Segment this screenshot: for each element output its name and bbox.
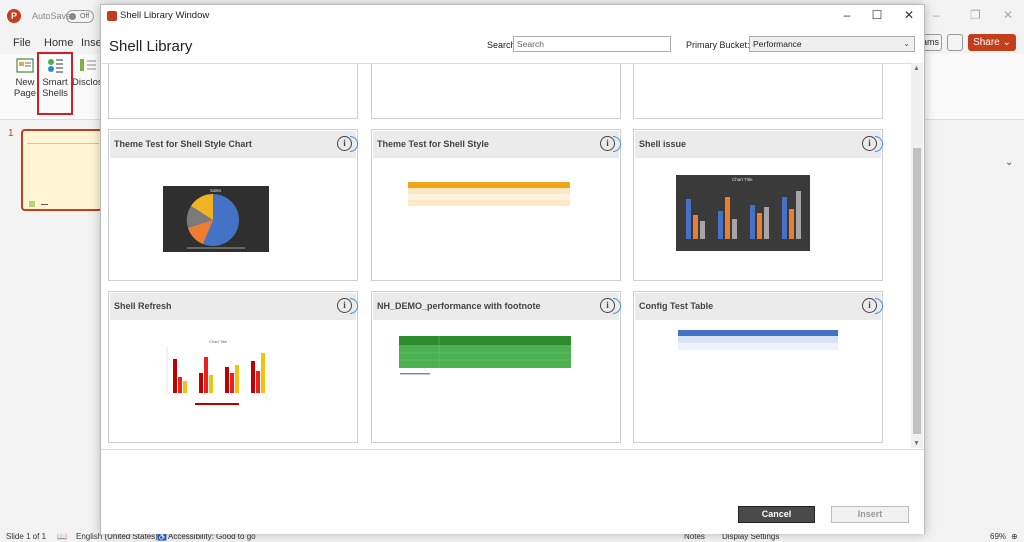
ribbon-collapse-icon[interactable]: ⌄ bbox=[1005, 157, 1013, 168]
shell-card-title: NH_DEMO_performance with footnote bbox=[377, 301, 541, 311]
smart-shells-highlight bbox=[37, 52, 73, 115]
shell-card[interactable]: Theme Test for Shell Style Chart i Sales bbox=[108, 129, 358, 281]
dialog-heading: Shell Library bbox=[109, 38, 193, 55]
info-icon[interactable]: i bbox=[862, 298, 883, 314]
shell-card[interactable]: NH_DEMO_performance with footnote i bbox=[371, 291, 621, 443]
slide-thumb-line bbox=[27, 143, 99, 144]
dialog-header: Shell Library Search: Primary Bucket: Pe… bbox=[101, 27, 924, 62]
minimize-icon[interactable]: – bbox=[933, 8, 940, 22]
primary-bucket-value: Performance bbox=[753, 39, 802, 49]
shell-card-partial[interactable] bbox=[633, 64, 883, 119]
chevron-down-icon: ⌄ bbox=[903, 39, 910, 48]
new-page-button[interactable]: New Page bbox=[10, 56, 40, 99]
share-label: Share bbox=[973, 37, 1000, 48]
shell-card-header: Theme Test for Shell Style i bbox=[373, 131, 621, 158]
gallery-scrollbar[interactable]: ▲ ▼ bbox=[911, 63, 923, 448]
shell-card-header: Shell Refresh i bbox=[110, 293, 358, 320]
slide-thumb-square bbox=[29, 201, 35, 207]
dialog-app-icon bbox=[107, 11, 117, 21]
status-zoom[interactable]: 69% bbox=[990, 532, 1006, 541]
footnote-line bbox=[400, 373, 430, 375]
disclosure-button[interactable]: Disclos bbox=[72, 56, 103, 88]
red-bar-chart-thumbnail: Chart Title bbox=[159, 337, 275, 413]
slide-thumbnail[interactable] bbox=[21, 129, 103, 211]
shell-card-header: NH_DEMO_performance with footnote i bbox=[373, 293, 621, 320]
info-icon[interactable]: i bbox=[600, 136, 621, 152]
info-icon[interactable]: i bbox=[337, 298, 358, 314]
menu-home[interactable]: Home bbox=[44, 37, 73, 49]
dialog-window-title: Shell Library Window bbox=[120, 10, 210, 21]
spellcheck-icon[interactable]: 📖 bbox=[57, 532, 67, 541]
shell-library-dialog: Shell Library Window – ☐ ✕ Shell Library… bbox=[100, 4, 925, 534]
close-icon[interactable]: ✕ bbox=[1003, 8, 1013, 22]
blue-table-thumbnail bbox=[678, 330, 838, 350]
fit-slide-icon[interactable]: ⊕ bbox=[1011, 532, 1018, 541]
info-icon[interactable]: i bbox=[337, 136, 358, 152]
shell-card-header: Config Test Table i bbox=[635, 293, 883, 320]
disclosure-icon bbox=[78, 56, 98, 74]
slide-number: 1 bbox=[8, 128, 14, 139]
info-icon[interactable]: i bbox=[862, 136, 883, 152]
shell-card[interactable]: Theme Test for Shell Style i bbox=[371, 129, 621, 281]
shell-gallery: Theme Test for Shell Style Chart i Sales… bbox=[102, 63, 912, 448]
bar-chart-icon bbox=[166, 347, 265, 405]
orange-table-thumbnail bbox=[408, 182, 570, 206]
dialog-titlebar: Shell Library Window – ☐ ✕ bbox=[101, 5, 924, 27]
new-page-label: New Page bbox=[13, 77, 37, 99]
dialog-maximize-icon[interactable]: ☐ bbox=[867, 8, 887, 22]
disclosure-label: Disclos bbox=[72, 77, 103, 88]
slide-thumb-dash bbox=[41, 204, 48, 205]
primary-bucket-label: Primary Bucket: bbox=[686, 40, 750, 50]
pie-chart-thumbnail: Sales bbox=[163, 186, 269, 252]
share-button[interactable]: Share ⌄ bbox=[968, 34, 1016, 51]
autosave-toggle[interactable]: Off bbox=[66, 10, 94, 23]
restore-icon[interactable]: ❐ bbox=[970, 8, 981, 22]
scrollbar-thumb[interactable] bbox=[913, 148, 921, 434]
dialog-footer: Cancel Insert bbox=[101, 449, 924, 534]
shell-card-header: Theme Test for Shell Style Chart i bbox=[110, 131, 358, 158]
shell-card[interactable]: Shell issue i Chart Title bbox=[633, 129, 883, 281]
shell-card-title: Shell issue bbox=[639, 139, 687, 149]
comment-icon[interactable] bbox=[947, 34, 963, 51]
pie-chart-icon bbox=[186, 193, 245, 249]
green-table-thumbnail bbox=[399, 336, 571, 368]
shell-card-title: Theme Test for Shell Style Chart bbox=[114, 139, 252, 149]
scroll-up-icon[interactable]: ▲ bbox=[913, 65, 920, 72]
info-icon[interactable]: i bbox=[600, 298, 621, 314]
status-slide-info: Slide 1 of 1 bbox=[6, 532, 47, 541]
primary-bucket-select[interactable]: Performance ⌄ bbox=[749, 36, 915, 52]
menu-insert[interactable]: Inse bbox=[81, 37, 102, 49]
scroll-down-icon[interactable]: ▼ bbox=[913, 440, 920, 447]
new-page-icon bbox=[15, 56, 35, 74]
dark-bar-chart-thumbnail: Chart Title bbox=[676, 175, 810, 251]
shell-card-header: Shell issue i bbox=[635, 131, 883, 158]
shell-card-title: Theme Test for Shell Style bbox=[377, 139, 489, 149]
menu-file[interactable]: File bbox=[13, 37, 31, 49]
shell-card[interactable]: Config Test Table i bbox=[633, 291, 883, 443]
shell-card-partial[interactable] bbox=[108, 64, 358, 119]
shell-card-partial[interactable] bbox=[371, 64, 621, 119]
powerpoint-logo-icon: P bbox=[7, 9, 21, 23]
autosave-state: Off bbox=[80, 13, 90, 20]
shell-card-title: Shell Refresh bbox=[114, 301, 172, 311]
search-input[interactable] bbox=[513, 36, 671, 52]
dialog-close-icon[interactable]: ✕ bbox=[899, 8, 919, 22]
cancel-button[interactable]: Cancel bbox=[738, 506, 815, 523]
insert-button[interactable]: Insert bbox=[831, 506, 909, 523]
dialog-minimize-icon[interactable]: – bbox=[837, 8, 857, 22]
shell-card[interactable]: Shell Refresh i Chart Title bbox=[108, 291, 358, 443]
shell-card-title: Config Test Table bbox=[639, 301, 714, 311]
bar-chart-icon bbox=[686, 191, 801, 239]
